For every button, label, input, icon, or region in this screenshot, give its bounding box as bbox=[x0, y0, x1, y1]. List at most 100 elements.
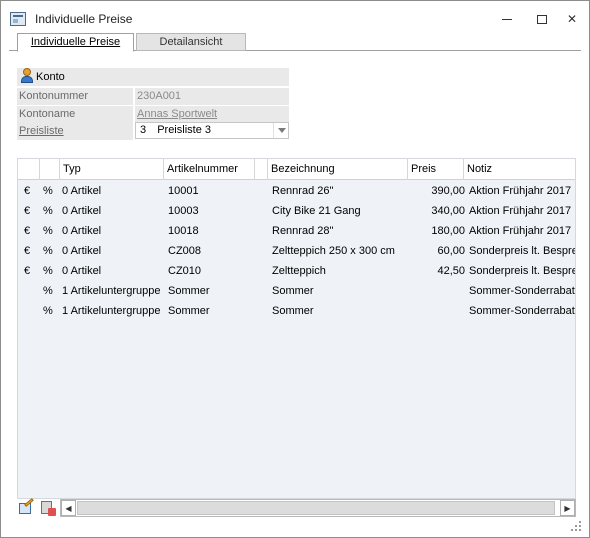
typ-cell: 1 Artikeluntergruppe bbox=[62, 285, 161, 297]
column-header-preis[interactable]: Preis bbox=[408, 159, 464, 180]
konto-section-title: Konto bbox=[36, 71, 65, 83]
bezeichnung-cell: City Bike 21 Gang bbox=[272, 205, 361, 217]
table-row[interactable]: € % 0 Artikel 10003 City Bike 21 Gang 34… bbox=[18, 201, 575, 221]
typ-cell: 0 Artikel bbox=[62, 265, 102, 277]
column-header-typ[interactable]: Typ bbox=[60, 159, 164, 180]
kontonummer-value: 230A001 bbox=[135, 88, 289, 105]
preis-cell bbox=[410, 281, 465, 301]
tab-detailansicht[interactable]: Detailansicht bbox=[136, 33, 246, 51]
notiz-cell: Sonderpreis lt. Bespre bbox=[469, 245, 576, 257]
currency-cell: € bbox=[24, 265, 31, 277]
notiz-cell: Aktion Frühjahr 2017 bbox=[469, 225, 572, 237]
percent-cell: % bbox=[43, 265, 53, 277]
typ-cell: 1 Artikeluntergruppe bbox=[62, 305, 161, 317]
tab-label: Individuelle Preise bbox=[30, 36, 121, 48]
currency-cell bbox=[24, 301, 38, 321]
artikelnummer-cell: 10003 bbox=[168, 205, 199, 217]
preisliste-label: Preisliste bbox=[17, 123, 133, 140]
chevron-down-icon[interactable] bbox=[273, 123, 288, 138]
window-title: Individuelle Preise bbox=[35, 12, 133, 26]
scroll-left-button[interactable]: ◀ bbox=[61, 500, 76, 516]
kontoname-link[interactable]: Annas Sportwelt bbox=[135, 106, 289, 123]
dialog-window: Individuelle Preise ✕ Individuelle Preis… bbox=[0, 0, 590, 538]
user-icon bbox=[20, 68, 34, 84]
percent-cell: % bbox=[43, 185, 53, 197]
preis-cell: 60,00 bbox=[437, 245, 465, 257]
konto-section-header: Konto bbox=[17, 68, 289, 86]
edit-icon[interactable] bbox=[18, 498, 35, 516]
notiz-cell: Aktion Frühjahr 2017 bbox=[469, 205, 572, 217]
preis-cell: 180,00 bbox=[431, 225, 465, 237]
table-row[interactable]: % 1 Artikeluntergruppe Sommer Sommer Som… bbox=[18, 301, 576, 321]
tab-strip: Individuelle Preise Detailansicht bbox=[9, 33, 581, 52]
preis-cell: 42,50 bbox=[437, 265, 465, 277]
currency-cell: € bbox=[24, 225, 31, 237]
percent-cell: % bbox=[43, 205, 53, 217]
title-bar[interactable]: Individuelle Preise ✕ bbox=[1, 1, 589, 32]
maximize-icon bbox=[537, 15, 547, 25]
preis-cell: 390,00 bbox=[431, 185, 465, 197]
percent-cell: % bbox=[43, 245, 53, 257]
column-header-percent[interactable] bbox=[40, 159, 60, 180]
artikelnummer-cell: CZ008 bbox=[168, 245, 202, 257]
close-button[interactable]: ✕ bbox=[557, 7, 587, 31]
typ-cell: 0 Artikel bbox=[62, 205, 102, 217]
table-row[interactable]: € % 0 Artikel CZ010 Zeltteppich 42,50 So… bbox=[18, 261, 576, 281]
grid-header: Typ Artikelnummer Bezeichnung Preis Noti… bbox=[18, 159, 575, 180]
bezeichnung-cell: Zeltteppich 250 x 300 cm bbox=[272, 245, 395, 257]
table-row[interactable]: € % 0 Artikel 10018 Rennrad 28" 180,00 A… bbox=[18, 221, 575, 241]
notiz-cell: Sommer-Sonderrabatt bbox=[469, 305, 576, 317]
currency-cell bbox=[24, 281, 38, 301]
resize-grip[interactable] bbox=[569, 519, 583, 533]
app-icon bbox=[10, 12, 26, 26]
currency-cell: € bbox=[24, 245, 31, 257]
grid-toolbar: ◀ ▶ bbox=[17, 498, 576, 517]
bezeichnung-cell: Zeltteppich bbox=[272, 265, 326, 277]
bezeichnung-cell: Rennrad 26" bbox=[272, 185, 334, 197]
column-header-bezeichnung[interactable]: Bezeichnung bbox=[268, 159, 408, 180]
notiz-cell: Sonderpreis lt. Bespre bbox=[469, 265, 576, 277]
percent-cell: % bbox=[43, 285, 53, 297]
artikelnummer-cell: CZ010 bbox=[168, 265, 202, 277]
preisliste-name: Preisliste 3 bbox=[157, 124, 211, 136]
prices-grid[interactable]: Typ Artikelnummer Bezeichnung Preis Noti… bbox=[17, 158, 576, 499]
scrollbar-thumb[interactable] bbox=[77, 501, 555, 515]
column-header-currency[interactable] bbox=[18, 159, 40, 180]
tab-label: Detailansicht bbox=[159, 36, 223, 48]
notiz-cell: Aktion Frühjahr 2017 bbox=[469, 185, 572, 197]
currency-cell: € bbox=[24, 185, 31, 197]
table-row[interactable]: % 1 Artikeluntergruppe Sommer Sommer Som… bbox=[18, 281, 576, 301]
artikelnummer-cell: Sommer bbox=[168, 305, 210, 317]
percent-cell: % bbox=[43, 225, 53, 237]
column-header-artikelnummer[interactable]: Artikelnummer bbox=[164, 159, 255, 180]
percent-cell: % bbox=[43, 305, 53, 317]
bezeichnung-cell: Sommer bbox=[272, 285, 314, 297]
column-header-blank[interactable] bbox=[255, 159, 268, 180]
typ-cell: 0 Artikel bbox=[62, 245, 102, 257]
delete-icon[interactable] bbox=[39, 500, 56, 516]
notiz-cell: Sommer-Sonderrabatt bbox=[469, 285, 576, 297]
minimize-button[interactable] bbox=[492, 7, 522, 31]
typ-cell: 0 Artikel bbox=[62, 225, 102, 237]
artikelnummer-cell: 10001 bbox=[168, 185, 199, 197]
currency-cell: € bbox=[24, 205, 31, 217]
typ-cell: 0 Artikel bbox=[62, 185, 102, 197]
artikelnummer-cell: 10018 bbox=[168, 225, 199, 237]
preisliste-number: 3 bbox=[140, 124, 147, 136]
artikelnummer-cell: Sommer bbox=[168, 285, 210, 297]
column-header-notiz[interactable]: Notiz bbox=[464, 159, 575, 180]
preis-cell bbox=[410, 301, 465, 321]
preis-cell: 340,00 bbox=[431, 205, 465, 217]
preisliste-select[interactable]: 3 Preisliste 3 bbox=[135, 122, 289, 139]
kontoname-label: Kontoname bbox=[17, 106, 133, 123]
bezeichnung-cell: Rennrad 28" bbox=[272, 225, 334, 237]
table-row[interactable]: € % 0 Artikel CZ008 Zeltteppich 250 x 30… bbox=[18, 241, 576, 261]
scroll-right-button[interactable]: ▶ bbox=[560, 500, 575, 516]
table-row[interactable]: € % 0 Artikel 10001 Rennrad 26" 390,00 A… bbox=[18, 181, 575, 201]
tab-individuelle-preise[interactable]: Individuelle Preise bbox=[17, 33, 134, 52]
bezeichnung-cell: Sommer bbox=[272, 305, 314, 317]
kontonummer-label: Kontonummer bbox=[17, 88, 133, 105]
maximize-button[interactable] bbox=[527, 7, 557, 31]
horizontal-scrollbar[interactable]: ◀ ▶ bbox=[60, 499, 576, 517]
minimize-icon bbox=[502, 19, 512, 21]
